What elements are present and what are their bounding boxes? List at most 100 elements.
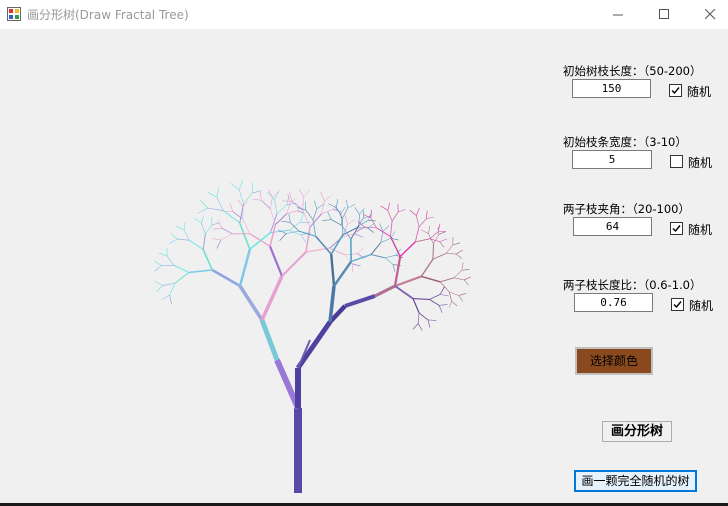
tree-branch [370, 217, 377, 228]
tree-branch [162, 282, 175, 286]
tree-branch [437, 226, 440, 235]
tree-branch [354, 207, 360, 215]
tree-branch [454, 277, 465, 281]
tree-branch [281, 220, 291, 223]
tree-branch [216, 187, 220, 198]
tree-branch [449, 291, 459, 296]
checkmark-icon [671, 87, 680, 95]
tree-branch [385, 254, 396, 259]
app-icon [7, 7, 21, 21]
draw-random-tree-button[interactable]: 画一颗完全随机的树 [574, 470, 697, 492]
tree-branch [439, 304, 448, 306]
minimize-button[interactable] [596, 0, 642, 29]
tree-branch [398, 209, 406, 213]
tree-branch [387, 202, 391, 211]
tree-branch [309, 213, 322, 228]
tree-branch [169, 283, 176, 296]
tree-branch [302, 209, 311, 228]
tree-branch [438, 230, 446, 233]
tree-branch [300, 234, 307, 243]
tree-branch [414, 226, 420, 242]
window-title: 画分形树(Draw Fractal Tree) [27, 8, 189, 22]
tree-branch [197, 207, 209, 214]
tree-branch [270, 197, 273, 209]
tree-branch [429, 294, 441, 300]
branch-angle-input[interactable]: 64 [573, 217, 652, 236]
tree-branch [202, 249, 213, 271]
tree-branch [212, 227, 222, 230]
tree-branch [211, 238, 222, 241]
tree-branch [453, 270, 463, 279]
tree-branch [158, 252, 168, 257]
minimize-icon [613, 14, 623, 16]
tree-branch [392, 264, 396, 272]
tree-branch [243, 192, 253, 204]
maximize-button[interactable] [642, 0, 688, 29]
tree-branch [316, 204, 324, 210]
tree-branch [335, 207, 342, 215]
tree-branch [183, 221, 186, 231]
tree-branch [445, 244, 453, 254]
tree-branch [274, 190, 280, 200]
tree-branch [251, 182, 254, 194]
tree-branch [380, 237, 391, 243]
tree-branch [333, 260, 353, 287]
tree-branch [269, 224, 277, 247]
tree-branch [154, 281, 163, 286]
tree-branch [202, 233, 206, 250]
close-button[interactable] [688, 0, 728, 29]
tree-branch [394, 285, 414, 300]
choose-color-button[interactable]: 选择颜色 [575, 347, 653, 375]
tree-branch [288, 222, 301, 231]
initial-width-random-checkbox[interactable] [670, 155, 683, 168]
tree-branch [176, 225, 185, 231]
tree-branch [428, 225, 431, 234]
tree-branch [370, 254, 386, 259]
tree-branch [205, 224, 213, 235]
initial-length-input[interactable]: 150 [572, 79, 651, 98]
tree-branch [281, 200, 293, 202]
tree-branch [448, 301, 452, 308]
tree-branch [260, 275, 284, 321]
tree-branch [320, 192, 325, 202]
tree-branch [380, 231, 384, 243]
tree-branch [238, 189, 244, 204]
initial-length-random-checkbox[interactable] [669, 84, 682, 97]
tree-branch [374, 284, 396, 298]
tree-branch [288, 213, 291, 223]
tree-branch [161, 294, 170, 300]
tree-branch [350, 253, 372, 263]
tree-branch [346, 199, 349, 209]
length-ratio-input[interactable]: 0.76 [574, 293, 653, 312]
tree-branch [382, 225, 390, 232]
tree-branch [154, 265, 162, 272]
tree-branch [279, 233, 287, 241]
length-ratio-random-checkbox[interactable] [671, 298, 684, 311]
tree-branch [274, 199, 278, 214]
initial-width-input[interactable]: 5 [572, 150, 652, 169]
draw-tree-button[interactable]: 画分形树 [602, 421, 672, 442]
tree-branch [352, 263, 361, 267]
tree-branch [347, 204, 356, 209]
tree-branch [169, 238, 178, 244]
initial-width-random-label: 随机 [688, 156, 713, 170]
tree-branch [356, 247, 365, 254]
tree-branch [427, 319, 431, 328]
tree-branch [416, 208, 420, 216]
tree-branch [412, 298, 420, 314]
branch-angle-random-checkbox[interactable] [670, 222, 683, 235]
tree-branch [380, 205, 388, 211]
tree-branch [385, 257, 394, 265]
tree-branch [420, 229, 429, 234]
tree-branch [238, 180, 243, 190]
tree-branch [229, 203, 234, 212]
tree-branch [303, 189, 311, 198]
tree-branch [433, 234, 440, 245]
tree-branch [302, 196, 305, 210]
tree-branch [340, 213, 343, 226]
tree-branch [417, 312, 420, 324]
tree-branch [330, 254, 336, 287]
tree-branch [426, 210, 428, 219]
tree-branch [166, 255, 175, 266]
tree-branch [446, 253, 457, 255]
